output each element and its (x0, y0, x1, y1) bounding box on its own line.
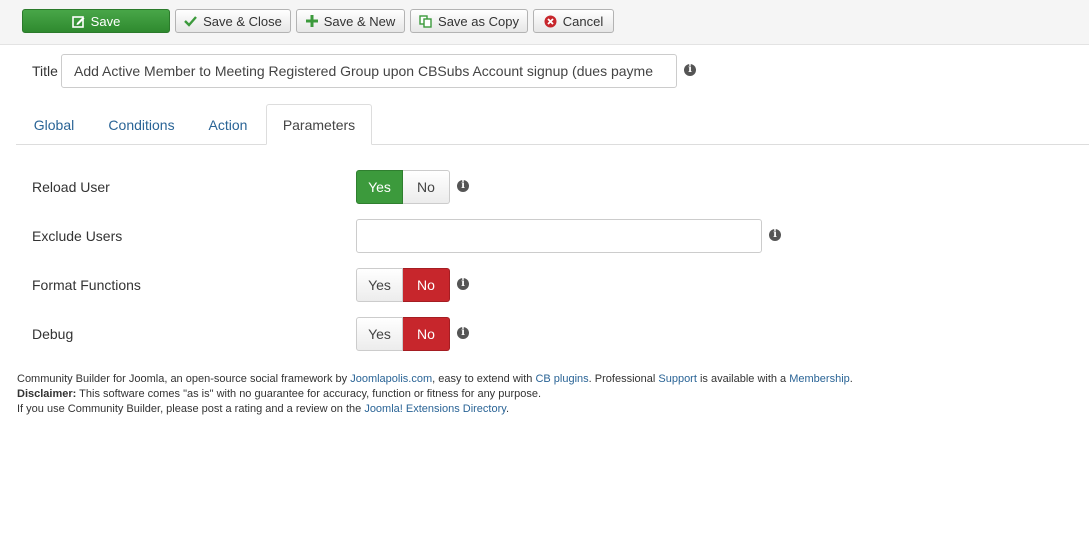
cancel-label: Cancel (562, 13, 604, 29)
cancel-button[interactable]: Cancel (533, 9, 614, 33)
title-label: Title (32, 63, 58, 79)
reload-user-toggle: Yes No (356, 170, 450, 204)
format-functions-no[interactable]: No (403, 268, 450, 302)
save-close-label: Save & Close (203, 13, 282, 29)
tab-parameters[interactable]: Parameters (266, 104, 372, 145)
cb-plugins-link[interactable]: CB plugins (535, 373, 588, 385)
footer-text: . (849, 373, 853, 385)
support-link[interactable]: Support (658, 373, 697, 385)
copy-icon (419, 14, 432, 28)
save-close-button[interactable]: Save & Close (175, 9, 291, 33)
save-label: Save (90, 13, 121, 29)
exclude-users-input[interactable] (356, 219, 762, 253)
info-icon: i (769, 229, 781, 241)
save-new-label: Save & New (323, 13, 396, 29)
info-icon: i (684, 64, 696, 76)
debug-yes[interactable]: Yes (356, 317, 403, 351)
save-button[interactable]: Save (22, 9, 170, 33)
format-functions-label: Format Functions (32, 277, 141, 293)
footer-line-rating: If you use Community Builder, please pos… (17, 402, 853, 417)
footer: Community Builder for Joomla, an open-so… (17, 372, 853, 417)
footer-text: Community Builder for Joomla, an open-so… (17, 373, 351, 385)
debug-label: Debug (32, 326, 74, 342)
cancel-circle-icon (544, 15, 557, 28)
disclaimer-label: Disclaimer: (17, 388, 77, 400)
reload-user-label: Reload User (32, 179, 110, 195)
debug-no[interactable]: No (403, 317, 450, 351)
membership-link[interactable]: Membership (789, 373, 850, 385)
exclude-users-label: Exclude Users (32, 228, 123, 244)
footer-text: If you use Community Builder, please pos… (17, 403, 365, 415)
save-new-button[interactable]: Save & New (296, 9, 405, 33)
edit-icon (71, 15, 85, 28)
info-icon: i (457, 180, 469, 192)
save-as-copy-button[interactable]: Save as Copy (410, 9, 528, 33)
toolbar: Save Save & Close Save & New Save as Cop… (0, 0, 1089, 45)
footer-line-disclaimer: Disclaimer: This software comes "as is" … (17, 387, 853, 402)
reload-user-yes[interactable]: Yes (356, 170, 403, 204)
tab-action[interactable]: Action (196, 104, 260, 145)
info-icon: i (457, 327, 469, 339)
footer-line-credits: Community Builder for Joomla, an open-so… (17, 372, 853, 387)
format-functions-yes[interactable]: Yes (356, 268, 403, 302)
plus-icon (305, 15, 318, 27)
info-icon: i (457, 278, 469, 290)
footer-text: is available with a (696, 373, 790, 385)
tab-conditions[interactable]: Conditions (96, 104, 187, 145)
footer-text: , easy to extend with (432, 373, 536, 385)
disclaimer-text: This software comes "as is" with no guar… (76, 388, 542, 400)
reload-user-no[interactable]: No (403, 170, 450, 204)
format-functions-toggle: Yes No (356, 268, 450, 302)
joomlapolis-link[interactable]: Joomlapolis.com (350, 373, 432, 385)
footer-text: . Professional (588, 373, 659, 385)
jed-link[interactable]: Joomla! Extensions Directory (364, 403, 506, 415)
title-input[interactable] (61, 54, 677, 88)
check-icon (184, 15, 198, 27)
footer-text: . (505, 403, 509, 415)
save-copy-label: Save as Copy (438, 13, 519, 29)
debug-toggle: Yes No (356, 317, 450, 351)
tab-global[interactable]: Global (17, 104, 91, 145)
